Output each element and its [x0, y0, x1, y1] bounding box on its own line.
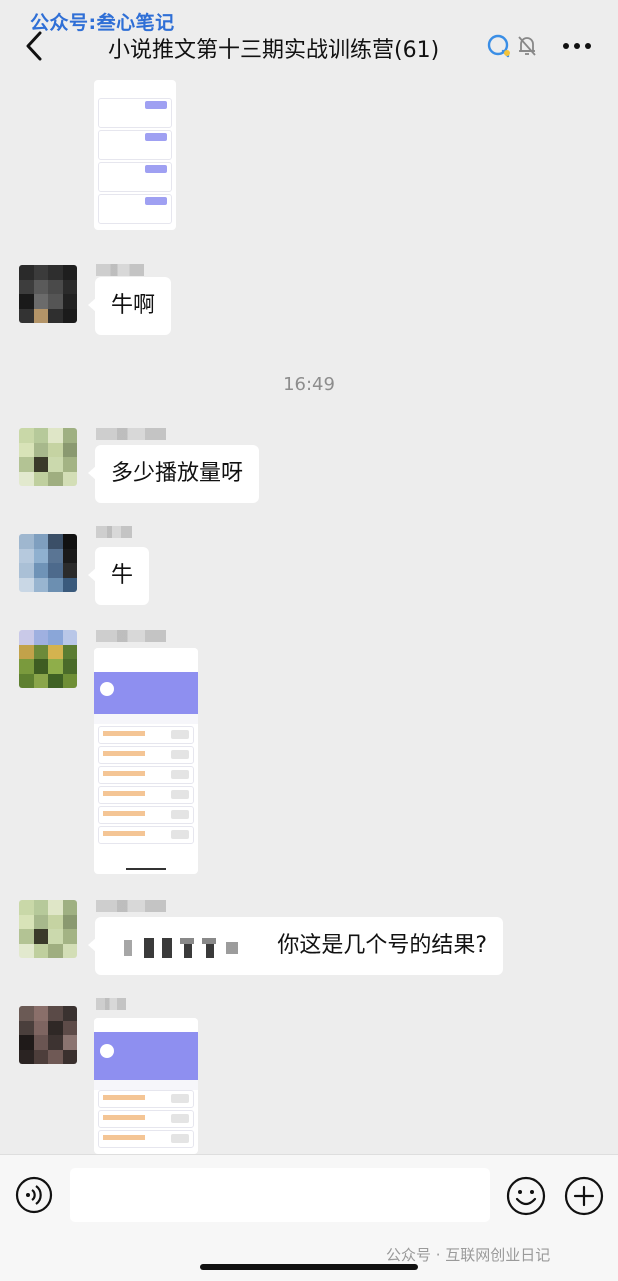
- sender-name-blurred: [96, 264, 144, 276]
- sender-name-blurred: [96, 428, 166, 440]
- sender-name-blurred: [96, 900, 166, 912]
- more-icon[interactable]: [560, 36, 594, 56]
- avatar[interactable]: [19, 900, 77, 958]
- mute-bell-icon: [518, 36, 536, 56]
- sender-name-blurred: [96, 526, 132, 538]
- message-input[interactable]: [70, 1168, 490, 1222]
- message-bubble[interactable]: 牛: [87, 547, 150, 605]
- avatar[interactable]: [19, 265, 77, 323]
- watermark-bottom: 公众号 · 互联网创业日记: [386, 1246, 551, 1264]
- watermark-top: 公众号:叁心笔记: [30, 12, 175, 34]
- image-message[interactable]: [94, 648, 198, 874]
- message-bubble[interactable]: 多少播放量呀: [87, 445, 260, 503]
- chat-title: 小说推文第十三期实战训练营(61): [108, 38, 440, 63]
- timestamp: 16:49: [283, 374, 335, 395]
- image-message-partial[interactable]: [94, 80, 176, 230]
- back-icon[interactable]: [20, 30, 50, 62]
- voice-icon[interactable]: [15, 1176, 53, 1214]
- chat-bubble-icon: [487, 34, 510, 58]
- emoji-icon[interactable]: [506, 1176, 546, 1216]
- avatar[interactable]: [19, 428, 77, 486]
- avatar[interactable]: [19, 630, 77, 688]
- avatar[interactable]: [19, 534, 77, 592]
- message-bubble[interactable]: 牛啊: [87, 277, 172, 335]
- redaction-blur: [110, 920, 250, 974]
- avatar[interactable]: [19, 1006, 77, 1064]
- image-message[interactable]: [94, 1018, 198, 1154]
- sender-name-blurred: [96, 998, 126, 1010]
- plus-icon[interactable]: [564, 1176, 604, 1216]
- sender-name-blurred: [96, 630, 166, 642]
- home-indicator[interactable]: [200, 1264, 418, 1270]
